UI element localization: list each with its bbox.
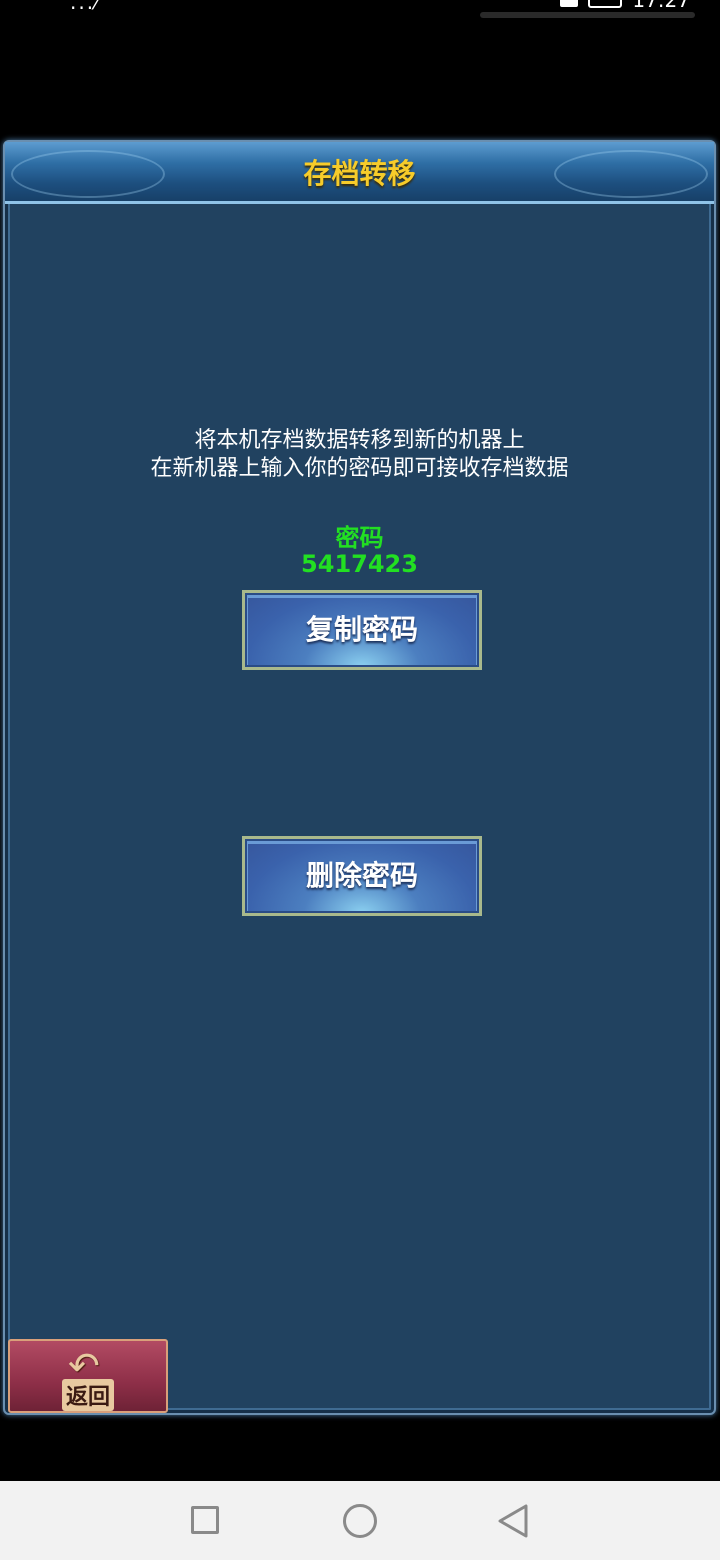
- home-circle-icon[interactable]: [343, 1504, 377, 1538]
- recent-apps-square-icon[interactable]: [191, 1506, 219, 1534]
- info-text-line-2: 在新机器上输入你的密码即可接收存档数据: [150, 456, 569, 481]
- bell-icon: [560, 0, 579, 7]
- gesture-handle: [480, 12, 695, 18]
- screen: ...⁄ 17:27 存档转移 将本机存档数据转移到新的机器上 在新机器上输入你…: [0, 0, 720, 1560]
- password-label: 密码: [335, 524, 384, 552]
- panel-title: 存档转移: [303, 157, 416, 190]
- system-nav-bar: [0, 1481, 720, 1560]
- password-value: 5417423: [301, 550, 418, 578]
- back-button[interactable]: ↶ 返回: [8, 1339, 168, 1413]
- status-right-group: 17:27: [560, 0, 690, 12]
- status-bar: ...⁄ 17:27: [0, 0, 720, 30]
- panel-header: 存档转移: [5, 142, 714, 204]
- back-button-label: 返回: [62, 1379, 115, 1411]
- copy-password-button[interactable]: 复制密码: [242, 590, 482, 670]
- signal-icon: ...⁄: [70, 0, 101, 14]
- back-triangle-icon[interactable]: [496, 1503, 530, 1539]
- status-time: 17:27: [632, 0, 690, 12]
- save-transfer-panel: 存档转移 将本机存档数据转移到新的机器上 在新机器上输入你的密码即可接收存档数据…: [3, 140, 716, 1415]
- battery-icon: [588, 0, 623, 8]
- delete-password-button[interactable]: 删除密码: [242, 836, 482, 916]
